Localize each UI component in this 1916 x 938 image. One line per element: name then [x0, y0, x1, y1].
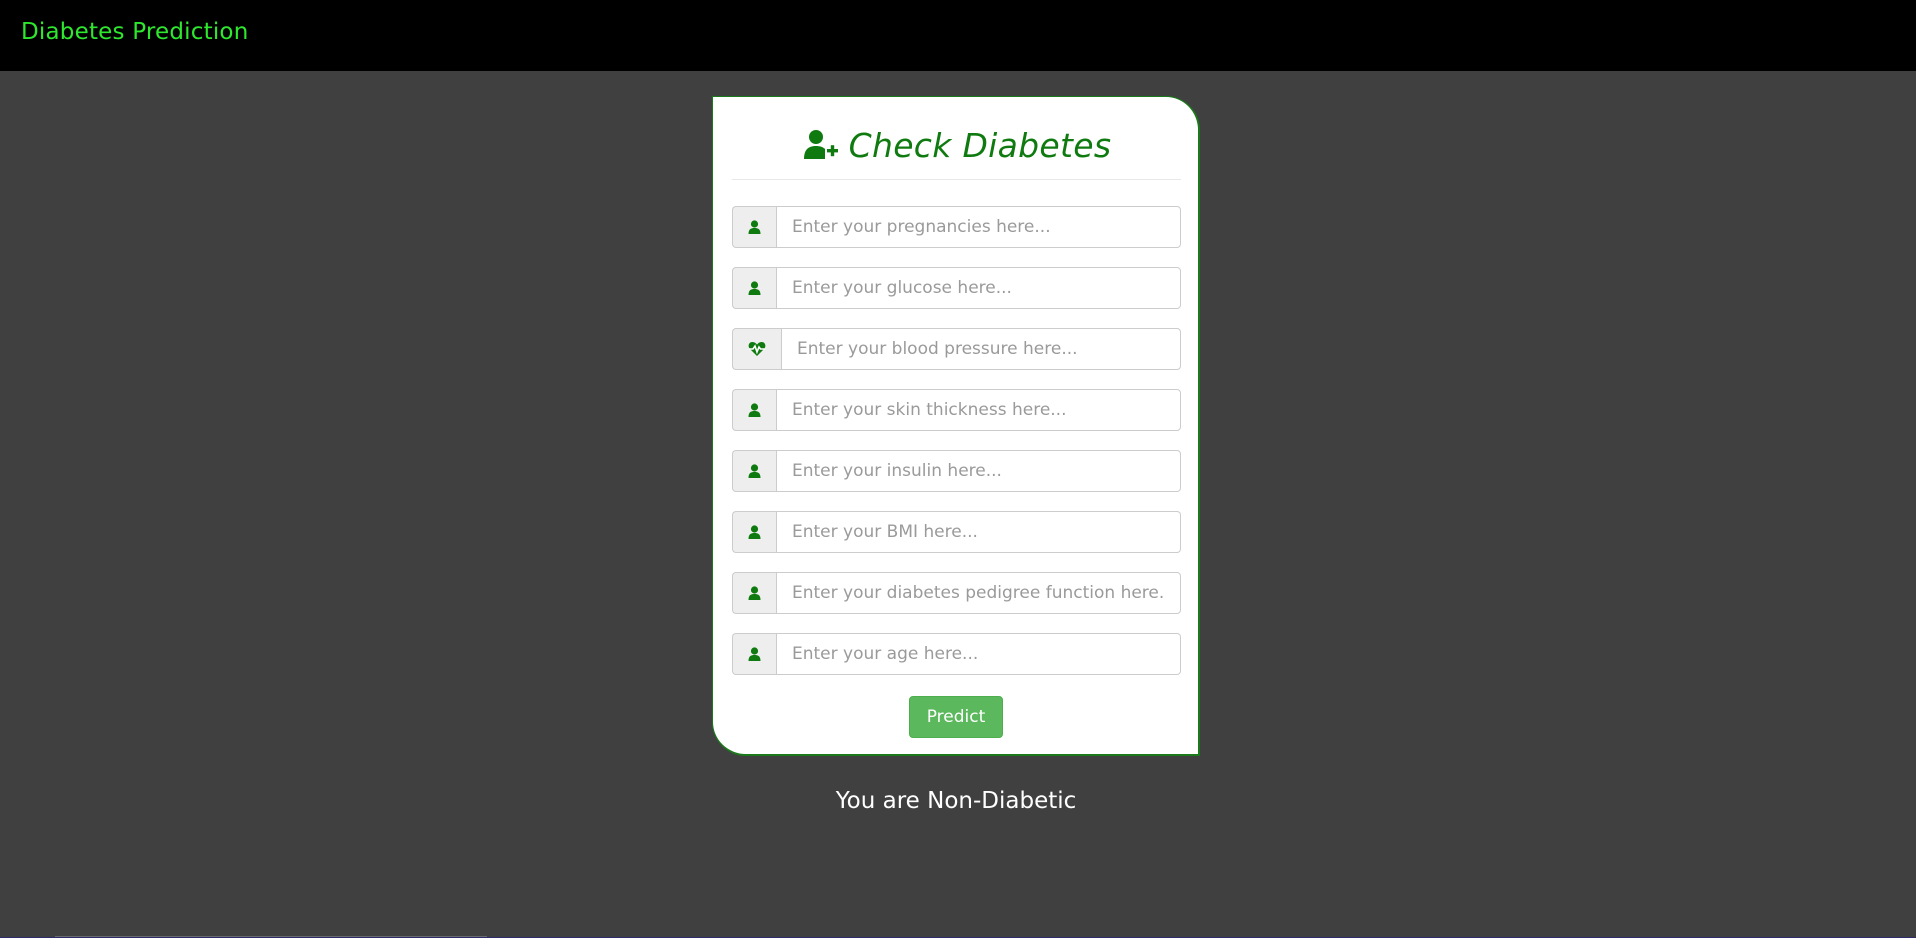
pregnancies-input[interactable]	[776, 206, 1181, 248]
age-input[interactable]	[776, 633, 1181, 675]
navbar: Diabetes Prediction	[0, 0, 1916, 71]
user-icon	[732, 511, 776, 553]
age-field	[732, 633, 1181, 675]
pedigree-function-input[interactable]	[776, 572, 1181, 614]
prediction-form-card: Check Diabetes Enter your pregnancies he…	[712, 96, 1200, 756]
user-icon	[732, 206, 776, 248]
skin-thickness-field	[732, 389, 1181, 431]
insulin-input[interactable]	[776, 450, 1181, 492]
predict-button[interactable]: Predict	[909, 696, 1003, 738]
blood-pressure-field	[732, 328, 1181, 370]
insulin-field	[732, 450, 1181, 492]
title-divider	[732, 179, 1181, 180]
user-plus-icon	[803, 130, 838, 159]
brand-link[interactable]: Diabetes Prediction	[21, 19, 248, 45]
blood-pressure-input[interactable]	[781, 328, 1181, 370]
user-icon	[732, 633, 776, 675]
pedigree-function-field	[732, 572, 1181, 614]
card-title: Check Diabetes	[848, 125, 1112, 165]
user-icon	[732, 572, 776, 614]
skin-thickness-input[interactable]	[776, 389, 1181, 431]
glucose-input[interactable]	[776, 267, 1181, 309]
pregnancies-field	[732, 206, 1181, 248]
card-header: Check Diabetes	[713, 115, 1201, 175]
heartbeat-icon	[732, 328, 781, 370]
bmi-input[interactable]	[776, 511, 1181, 553]
user-icon	[732, 267, 776, 309]
user-icon	[732, 450, 776, 492]
prediction-result: You are Non-Diabetic	[835, 788, 1077, 814]
glucose-field	[732, 267, 1181, 309]
user-icon	[732, 389, 776, 431]
bmi-field	[732, 511, 1181, 553]
